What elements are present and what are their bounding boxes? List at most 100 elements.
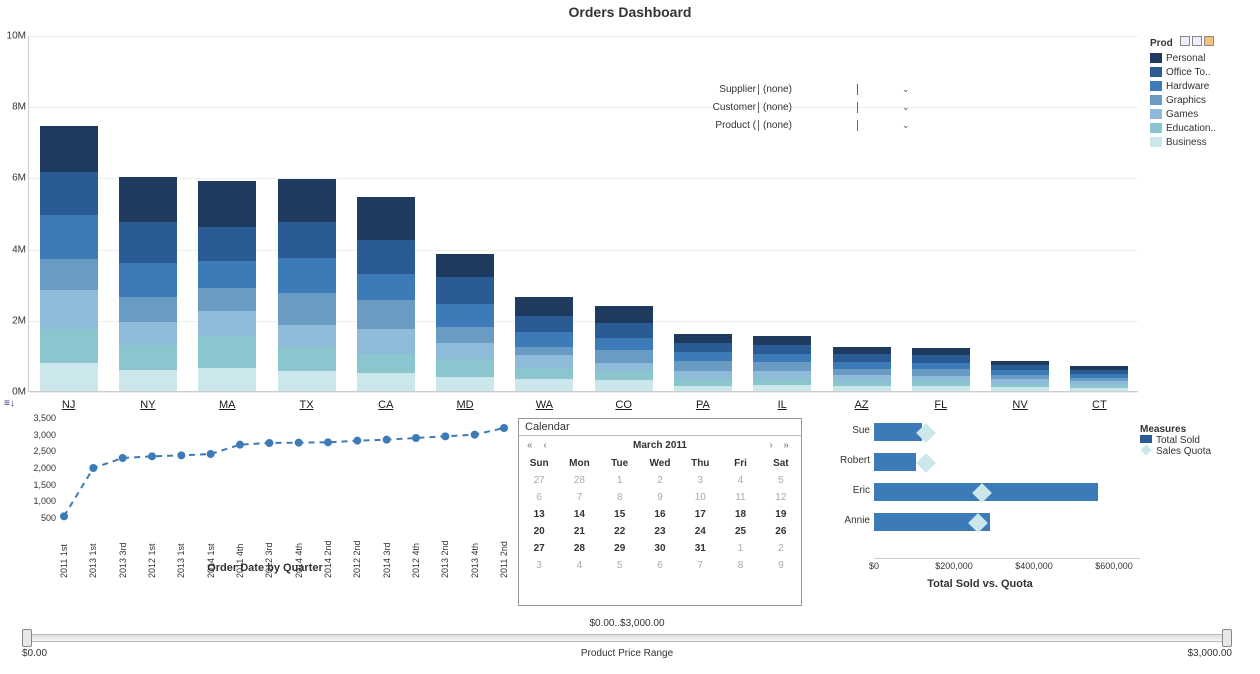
calendar-day[interactable]: 29 [600, 540, 640, 557]
calendar-day[interactable]: 9 [761, 557, 801, 574]
calendar-day[interactable]: 3 [519, 557, 559, 574]
calendar-day[interactable]: 9 [640, 489, 680, 506]
bar-segment [40, 215, 98, 260]
calendar-day[interactable]: 8 [600, 489, 640, 506]
sales-row[interactable]: Annie [820, 510, 1140, 540]
bar-column-co[interactable]: CO [595, 306, 653, 391]
bar-label[interactable]: TX [278, 399, 336, 411]
legend-tool-icons[interactable] [1180, 36, 1214, 46]
sales-row[interactable]: Eric [820, 480, 1140, 510]
bar-column-nv[interactable]: NV [991, 361, 1049, 391]
calendar-day[interactable]: 28 [559, 472, 599, 489]
calendar-dow: Wed [640, 455, 680, 472]
calendar-day[interactable]: 7 [559, 489, 599, 506]
calendar-day[interactable]: 31 [680, 540, 720, 557]
calendar-prev-icons[interactable]: « ‹ [527, 440, 551, 451]
bar-column-ny[interactable]: NY [119, 177, 177, 391]
calendar-day[interactable]: 1 [720, 540, 760, 557]
bar-column-pa[interactable]: PA [674, 334, 732, 391]
sort-icon[interactable]: ≡↓ [4, 398, 15, 409]
bar-column-md[interactable]: MD [436, 254, 494, 391]
bar-column-nj[interactable]: NJ [40, 126, 98, 391]
bar-label[interactable]: MA [198, 399, 256, 411]
calendar-day[interactable]: 14 [559, 506, 599, 523]
calendar-day[interactable]: 1 [600, 472, 640, 489]
calendar-widget[interactable]: Calendar « ‹ March 2011 › » SunMonTueWed… [518, 418, 802, 606]
sales-x-axis: $0$200,000$400,000$600,000 [874, 558, 1140, 572]
calendar-day[interactable]: 13 [519, 506, 559, 523]
bar-column-ca[interactable]: CA [357, 197, 415, 391]
legend-item[interactable]: Graphics [1150, 93, 1255, 107]
calendar-day[interactable]: 17 [680, 506, 720, 523]
calendar-day[interactable]: 26 [761, 523, 801, 540]
calendar-day[interactable]: 12 [761, 489, 801, 506]
bar-column-ma[interactable]: MA [198, 181, 256, 391]
slider-thumb-max[interactable] [1222, 629, 1232, 647]
slider-thumb-min[interactable] [22, 629, 32, 647]
calendar-day[interactable]: 19 [761, 506, 801, 523]
calendar-next-icons[interactable]: › » [769, 440, 793, 451]
calendar-day[interactable]: 8 [720, 557, 760, 574]
chevron-down-icon[interactable]: ⌄ [902, 102, 910, 113]
calendar-day[interactable]: 11 [720, 489, 760, 506]
calendar-day[interactable]: 10 [680, 489, 720, 506]
chevron-down-icon[interactable]: ⌄ [902, 84, 910, 95]
filter-row[interactable]: Supplier(none)⌄ [700, 80, 940, 98]
calendar-day[interactable]: 27 [519, 472, 559, 489]
filter-row[interactable]: Product ((none)⌄ [700, 116, 940, 134]
legend-item[interactable]: Office To.. [1150, 65, 1255, 79]
calendar-day[interactable]: 5 [761, 472, 801, 489]
bar-column-il[interactable]: IL [753, 336, 811, 391]
calendar-day[interactable]: 3 [680, 472, 720, 489]
bar-column-tx[interactable]: TX [278, 179, 336, 391]
sales-row[interactable]: Robert [820, 450, 1140, 480]
calendar-day[interactable]: 25 [720, 523, 760, 540]
calendar-day[interactable]: 21 [559, 523, 599, 540]
legend-item[interactable]: Personal [1150, 51, 1255, 65]
calendar-day[interactable]: 18 [720, 506, 760, 523]
bar-label[interactable]: CA [357, 399, 415, 411]
bar-column-az[interactable]: AZ [833, 347, 891, 391]
calendar-day[interactable]: 16 [640, 506, 680, 523]
bar-column-fl[interactable]: FL [912, 348, 970, 391]
calendar-day[interactable]: 20 [519, 523, 559, 540]
calendar-day[interactable]: 27 [519, 540, 559, 557]
bar-label[interactable]: WA [515, 399, 573, 411]
bar-label[interactable]: NV [991, 399, 1049, 411]
bar-label[interactable]: PA [674, 399, 732, 411]
bar-label[interactable]: NJ [40, 399, 98, 411]
bar-label[interactable]: MD [436, 399, 494, 411]
calendar-day[interactable]: 6 [640, 557, 680, 574]
calendar-day[interactable]: 5 [600, 557, 640, 574]
bar-column-ct[interactable]: CT [1070, 366, 1128, 391]
calendar-day[interactable]: 2 [640, 472, 680, 489]
price-range-slider[interactable]: $0.00..$3,000.00 $0.00 $3,000.00 Product… [22, 626, 1232, 666]
calendar-day[interactable]: 4 [720, 472, 760, 489]
legend-item[interactable]: Games [1150, 107, 1255, 121]
calendar-day[interactable]: 4 [559, 557, 599, 574]
bar-label[interactable]: CT [1070, 399, 1128, 411]
bar-label[interactable]: AZ [833, 399, 891, 411]
calendar-day[interactable]: 28 [559, 540, 599, 557]
measures-header: Measures [1140, 424, 1211, 435]
slider-track[interactable] [22, 634, 1232, 642]
calendar-day[interactable]: 2 [761, 540, 801, 557]
calendar-day[interactable]: 6 [519, 489, 559, 506]
bar-label[interactable]: NY [119, 399, 177, 411]
legend-item[interactable]: Business [1150, 135, 1255, 149]
calendar-day[interactable]: 30 [640, 540, 680, 557]
sales-row[interactable]: Sue [820, 420, 1140, 450]
filter-row[interactable]: Customer(none)⌄ [700, 98, 940, 116]
bar-label[interactable]: IL [753, 399, 811, 411]
bar-column-wa[interactable]: WA [515, 297, 573, 391]
calendar-day[interactable]: 15 [600, 506, 640, 523]
calendar-day[interactable]: 23 [640, 523, 680, 540]
chevron-down-icon[interactable]: ⌄ [902, 120, 910, 131]
calendar-day[interactable]: 24 [680, 523, 720, 540]
calendar-day[interactable]: 22 [600, 523, 640, 540]
bar-label[interactable]: CO [595, 399, 653, 411]
bar-label[interactable]: FL [912, 399, 970, 411]
legend-item[interactable]: Education.. [1150, 121, 1255, 135]
calendar-day[interactable]: 7 [680, 557, 720, 574]
legend-item[interactable]: Hardware [1150, 79, 1255, 93]
